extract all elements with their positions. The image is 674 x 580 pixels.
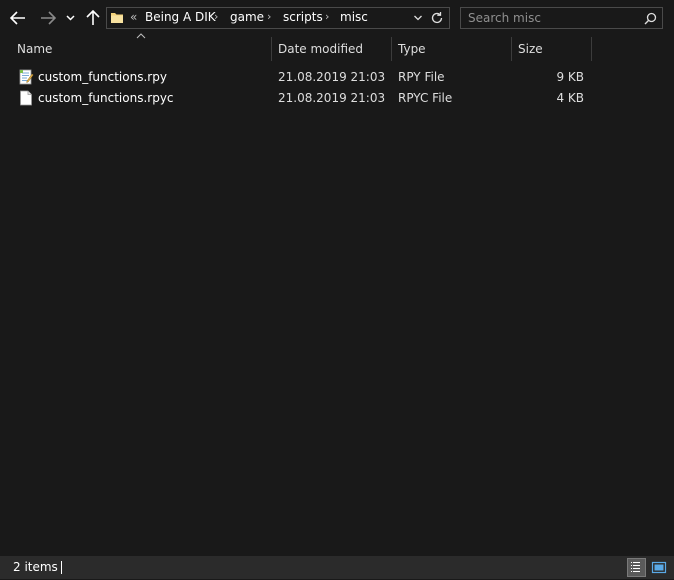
arrow-up-icon (86, 10, 100, 25)
arrow-right-icon (41, 11, 56, 25)
column-divider[interactable] (271, 37, 272, 61)
arrow-left-icon (10, 11, 25, 25)
chevron-right-icon[interactable]: › (325, 10, 329, 23)
breadcrumb-game[interactable]: game (230, 10, 264, 24)
breadcrumb-scripts[interactable]: scripts (283, 10, 323, 24)
file-row[interactable]: custom_functions.rpyc 21.08.2019 21:03 R… (14, 88, 592, 109)
folder-icon (111, 13, 123, 23)
file-name[interactable]: custom_functions.rpyc (38, 91, 174, 105)
large-icons-view-button[interactable] (650, 558, 669, 577)
file-type: RPYC File (398, 91, 453, 105)
column-divider[interactable] (591, 37, 592, 61)
back-button[interactable] (8, 8, 28, 28)
breadcrumb-being-a-dik[interactable]: Being A DIK (145, 10, 216, 24)
column-header-type[interactable]: Type (398, 37, 506, 61)
address-dropdown-icon[interactable] (413, 11, 423, 25)
status-bar: 2 items (0, 556, 674, 579)
details-view-icon (631, 562, 640, 572)
blank-file-icon (20, 90, 32, 106)
large-icons-view-icon (651, 561, 667, 574)
forward-button[interactable] (38, 8, 58, 28)
item-count: 2 items (13, 560, 58, 574)
status-separator (61, 561, 62, 574)
refresh-icon[interactable] (430, 11, 444, 25)
toolbar: « Being A DIK › game › scripts › misc (0, 0, 674, 36)
details-view-button[interactable] (627, 558, 646, 577)
file-name[interactable]: custom_functions.rpy (38, 70, 167, 84)
breadcrumb-misc[interactable]: misc (340, 10, 368, 24)
address-bar[interactable]: « Being A DIK › game › scripts › misc (106, 7, 450, 29)
column-header-size[interactable]: Size (518, 37, 588, 61)
recent-locations-button[interactable] (63, 8, 77, 28)
column-header-name[interactable]: Name (17, 37, 267, 61)
script-file-icon (19, 69, 34, 85)
file-row[interactable]: custom_functions.rpy 21.08.2019 21:03 RP… (14, 67, 592, 88)
file-date-modified: 21.08.2019 21:03 (278, 91, 386, 105)
up-button[interactable] (83, 8, 103, 28)
file-size: 4 KB (556, 91, 584, 105)
chevron-right-icon[interactable]: › (267, 10, 271, 23)
breadcrumb-overflow[interactable]: « (130, 10, 137, 24)
file-date-modified: 21.08.2019 21:03 (278, 70, 386, 84)
chevron-right-icon[interactable]: › (214, 10, 218, 23)
file-size: 9 KB (556, 70, 584, 84)
chevron-down-icon (65, 15, 75, 21)
column-divider[interactable] (391, 37, 392, 61)
search-icon[interactable] (644, 12, 657, 25)
column-divider[interactable] (511, 37, 512, 61)
search-input[interactable] (468, 10, 638, 26)
search-box[interactable] (460, 7, 663, 29)
column-header-date-modified[interactable]: Date modified (278, 37, 386, 61)
file-type: RPY File (398, 70, 445, 84)
